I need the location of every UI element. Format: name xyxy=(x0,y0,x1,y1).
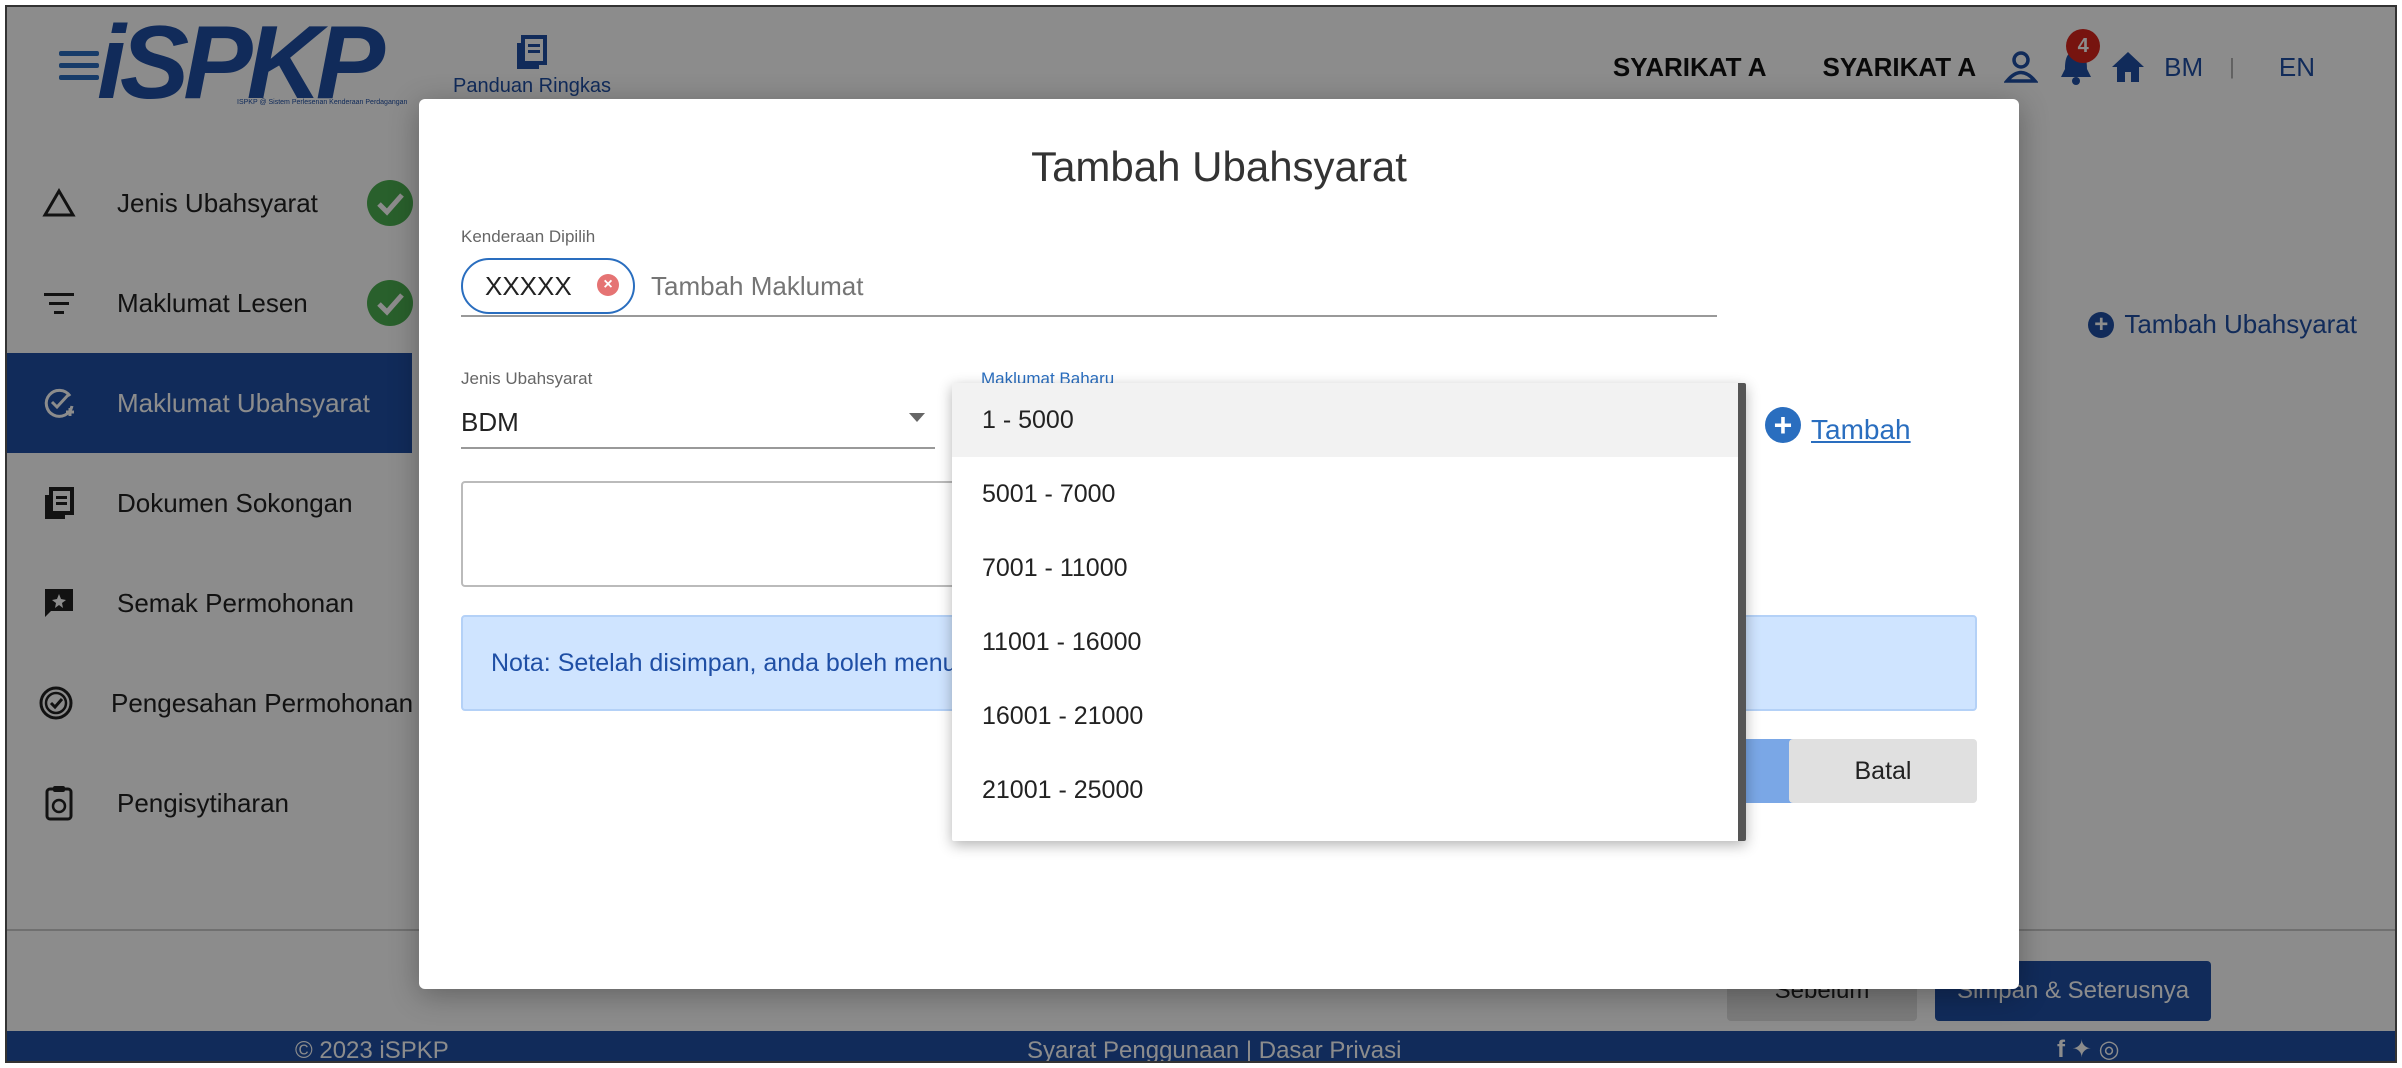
maklumat-baharu-dropdown: 1 - 5000 5001 - 7000 7001 - 11000 11001 … xyxy=(952,383,1746,841)
kenderaan-label: Kenderaan Dipilih xyxy=(461,227,596,246)
dropdown-option[interactable]: 21001 - 25000 xyxy=(952,753,1738,827)
app-frame: iSPKP ISPKP @ Sistem Perlesenan Kenderaa… xyxy=(5,5,2397,1063)
dropdown-option[interactable]: 11001 - 16000 xyxy=(952,605,1738,679)
dropdown-option[interactable]: 5001 - 7000 xyxy=(952,457,1738,531)
jenis-ubahsyarat-value: BDM xyxy=(461,407,519,437)
dropdown-arrow-icon xyxy=(909,413,925,422)
tambah-maklumat-input[interactable] xyxy=(651,270,1251,302)
dropdown-option[interactable]: 16001 - 21000 xyxy=(952,679,1738,753)
tambah-button[interactable]: + Tambah xyxy=(1765,404,1911,446)
modal-title: Tambah Ubahsyarat xyxy=(1031,143,1407,190)
dropdown-option[interactable]: 7001 - 11000 xyxy=(952,531,1738,605)
chip-remove-icon[interactable]: × xyxy=(597,274,619,296)
cancel-button[interactable]: Batal xyxy=(1789,739,1977,803)
plus-circle-icon: + xyxy=(1765,407,1801,443)
jenis-ubahsyarat-select[interactable]: BDM xyxy=(461,399,935,449)
vehicle-chip-label: XXXXX xyxy=(485,270,572,301)
dropdown-scrollbar[interactable] xyxy=(1738,383,1746,841)
jenis-ubahsyarat-label: Jenis Ubahsyarat xyxy=(461,369,593,388)
tambah-label: Tambah xyxy=(1811,414,1911,445)
note-text: Nota: Setelah disimpan, anda boleh menu xyxy=(491,649,957,677)
vehicle-chip[interactable]: XXXXX × xyxy=(461,258,635,314)
dropdown-option[interactable]: 1 - 5000 xyxy=(952,383,1738,457)
details-textarea[interactable] xyxy=(461,481,1001,587)
kenderaan-chip-input[interactable]: XXXXX × xyxy=(461,257,1717,317)
